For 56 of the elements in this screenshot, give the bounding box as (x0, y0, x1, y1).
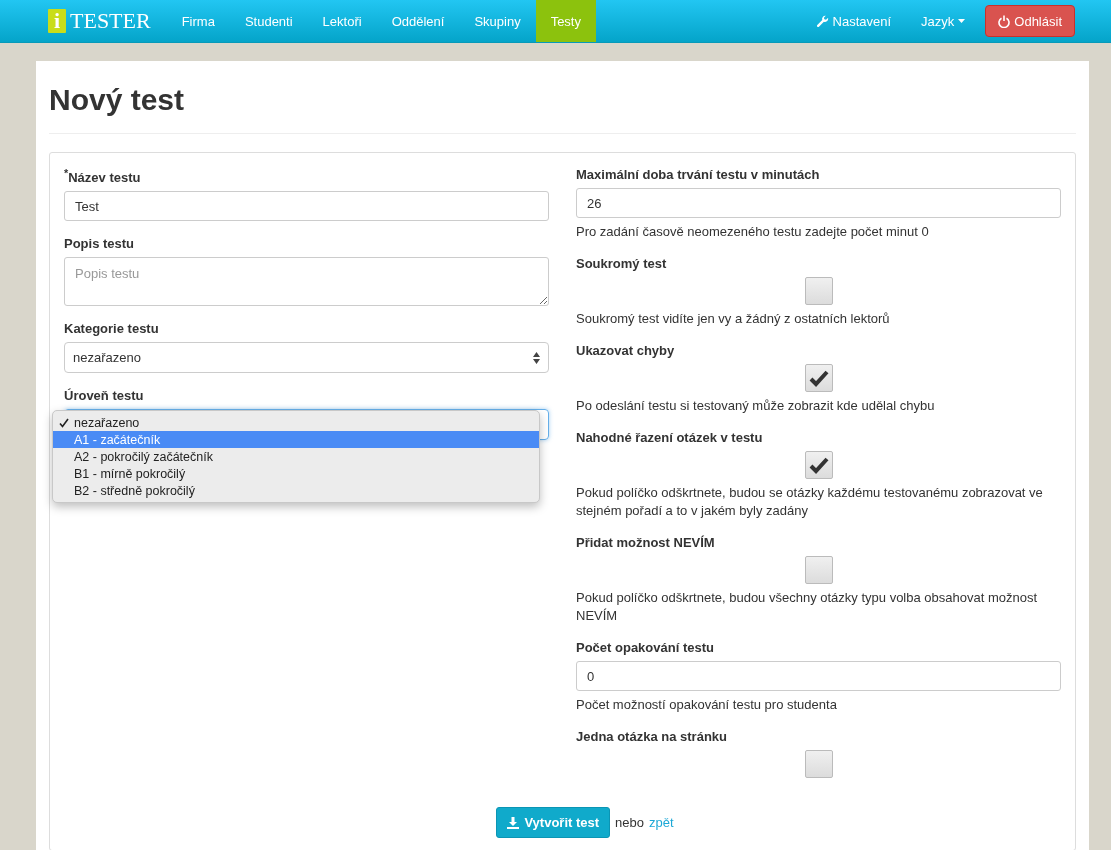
check-icon (59, 417, 69, 428)
page-title: Nový test (49, 82, 186, 118)
help-text: Pokud políčko odškrtnete, budou všechny otázky typu volba obsahovat možnost NEVÍM (576, 589, 1039, 625)
checkbox[interactable] (804, 277, 833, 305)
check-icon (808, 369, 829, 387)
wrench-icon (815, 14, 829, 28)
field-label: $^{*}$Název testu (64, 167, 142, 186)
logout-button[interactable]: Odhlásit (985, 5, 1075, 37)
dropdown-option[interactable]: A1 - začátečník (53, 431, 539, 449)
nav-item[interactable]: Skupiny (459, 0, 536, 42)
help-text: Pro zadání časově neomezeného testu zadejte počet minut 0 (576, 223, 930, 241)
checkbox[interactable] (804, 451, 833, 479)
logo-bubble: i (48, 9, 66, 33)
logo-text: TESTER (70, 8, 151, 34)
help-text: Soukromý test vidíte jen vy a žádný z ostatních lektorů (576, 310, 891, 328)
checkbox[interactable] (804, 364, 833, 392)
field-label: Úroveň testu (64, 388, 145, 404)
dropdown-option[interactable]: B1 - mírně pokročilý (53, 465, 539, 483)
updown-icon (533, 351, 540, 364)
field-label: Popis testu (64, 236, 136, 252)
logo[interactable]: i TESTER (48, 0, 151, 42)
input-field[interactable]: 26 (576, 188, 1061, 218)
download-icon (507, 816, 520, 829)
nav-item[interactable]: Lektoři (307, 0, 377, 42)
help-text: Po odeslání testu si testovaný může zobrazit kde udělal chybu (576, 397, 936, 415)
dropdown-option[interactable]: nezařazeno (53, 414, 539, 432)
field-label: Kategorie testu (64, 321, 160, 337)
settings-link[interactable]: Nastavení (800, 0, 907, 42)
nav-item[interactable]: Testy (535, 0, 596, 42)
field-label: Počet opakování testu (576, 640, 715, 655)
select-field[interactable]: nezařazeno (64, 342, 549, 374)
input-field[interactable]: Test (64, 191, 549, 222)
help-text: Pokud políčko odškrtnete, budou se otázky každému testovanému zobrazovat ve stejném pořadí a to v jakém byly zadány (576, 484, 1044, 520)
field-label: Jedna otázka na stránku (576, 729, 728, 744)
nav-item[interactable]: Firma (166, 0, 230, 42)
textarea-field[interactable]: Popis testu (64, 257, 549, 307)
or-text: nebo (615, 815, 644, 830)
checkbox[interactable] (804, 556, 833, 584)
field-label: Maximální doba trvání testu v minutách (576, 167, 821, 182)
caret-icon (958, 19, 966, 23)
dropdown-option[interactable]: A2 - pokročilý začátečník (53, 448, 539, 466)
power-icon (998, 14, 1011, 28)
nav-item[interactable]: Studenti (229, 0, 308, 42)
field-label: Přidat možnost NEVÍM (576, 535, 716, 550)
field-label: Soukromý test (576, 256, 668, 271)
input-field[interactable]: 0 (576, 661, 1061, 691)
language-menu[interactable]: Jazyk (906, 0, 981, 42)
help-text: Počet možností opakování testu pro studenta (576, 696, 838, 714)
create-test-button[interactable]: Vytvořit test (496, 807, 611, 838)
nav-item[interactable]: Oddělení (376, 0, 460, 42)
checkbox[interactable] (804, 750, 833, 778)
field-label: Ukazovat chyby (576, 343, 676, 358)
back-link[interactable]: zpět (649, 815, 674, 830)
dropdown-option[interactable]: B2 - středně pokročilý (53, 482, 539, 500)
check-icon (808, 456, 829, 474)
field-label: Nahodné řazení otázek v testu (576, 430, 764, 445)
